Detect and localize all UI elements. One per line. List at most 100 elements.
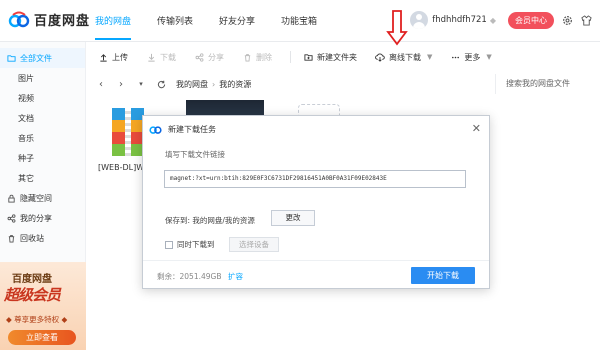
download-button[interactable]: 下载	[146, 52, 176, 63]
back-arrow-icon[interactable]: ‹	[96, 78, 106, 90]
sidebar-item-label: 隐藏空间	[20, 193, 52, 203]
user-area: fhdhhdfh721 ◆ 会员中心	[410, 11, 592, 29]
dialog-title: 新建下载任务	[168, 124, 216, 134]
file-name[interactable]: [WEB-DL]W	[98, 163, 144, 172]
svip-promo-banner[interactable]: 百度网盘 超级会员 ◆ 尊享更多特权 ◆ 立即查看	[0, 262, 86, 350]
cloud-download-icon	[375, 52, 385, 62]
trash-icon	[6, 233, 16, 243]
tab-transfer-list[interactable]: 传输列表	[157, 14, 193, 27]
dropdown-chevron-icon[interactable]: ▾	[136, 78, 146, 90]
sidebar-item-documents[interactable]: 文档	[0, 108, 85, 128]
delete-label: 删除	[256, 52, 272, 62]
breadcrumb-my-netdisk[interactable]: 我的网盘	[176, 79, 208, 90]
offline-download-button[interactable]: 离线下载 ▼	[375, 52, 432, 63]
chevron-down-icon[interactable]: ▼	[486, 53, 491, 61]
more-button[interactable]: 更多 ▼	[450, 52, 492, 63]
sidebar-item-label: 种子	[18, 153, 34, 163]
gear-icon[interactable]	[562, 15, 573, 26]
lock-icon	[6, 193, 16, 203]
sidebar-item-recycle-bin[interactable]: 回收站	[0, 228, 85, 248]
download-to-device-label: 同时下载到	[177, 240, 215, 249]
download-to-device-checkbox[interactable]	[165, 240, 173, 249]
sidebar-item-label: 我的分享	[20, 213, 52, 223]
change-folder-button[interactable]: 更改	[271, 210, 315, 226]
sidebar-item-my-shares[interactable]: 我的分享	[0, 208, 85, 228]
vip-diamond-icon[interactable]: ◆	[490, 16, 496, 25]
start-download-button[interactable]: 开始下载	[411, 267, 475, 284]
username[interactable]: fhdhhdfh721	[432, 15, 487, 25]
refresh-icon[interactable]	[156, 78, 166, 90]
sidebar-item-videos[interactable]: 视频	[0, 88, 85, 108]
share-label: 分享	[208, 52, 224, 62]
download-icon	[146, 52, 156, 62]
zip-file-icon[interactable]	[112, 108, 144, 156]
breadcrumb-my-resources[interactable]: 我的资源	[219, 79, 251, 90]
sidebar-item-label: 图片	[18, 73, 34, 83]
save-to-label: 保存到: 我的网盘/我的资源	[165, 216, 255, 225]
share-icon	[194, 52, 204, 62]
sidebar-item-all-files[interactable]: 全部文件	[0, 48, 85, 68]
avatar[interactable]	[410, 11, 429, 29]
more-label: 更多	[464, 52, 481, 62]
sidebar-item-music[interactable]: 音乐	[0, 128, 85, 148]
skin-icon[interactable]	[581, 14, 592, 26]
cloud-logo-icon	[8, 11, 30, 27]
trash-icon	[242, 52, 252, 62]
sidebar: 全部文件 图片 视频 文档 音乐 种子 其它 隐藏空间 我的分享 回收站 百度网…	[0, 42, 86, 350]
tab-toolbox[interactable]: 功能宝箱	[281, 14, 317, 27]
file-toolbar: 上传 下载 分享 删除 新建文件夹 离线下载 ▼ 更多 ▼	[86, 42, 600, 72]
red-arrow-annotation	[386, 10, 408, 46]
app-logo-text: 百度网盘	[34, 14, 91, 29]
tab-my-netdisk[interactable]: 我的网盘	[95, 14, 132, 40]
sidebar-item-torrents[interactable]: 种子	[0, 148, 85, 168]
expand-storage-link[interactable]: 扩容	[228, 271, 243, 282]
sidebar-item-label: 视频	[18, 93, 34, 103]
promo-view-now-button[interactable]: 立即查看	[8, 330, 76, 345]
upload-button[interactable]: 上传	[98, 52, 128, 63]
select-device-button[interactable]: 选择设备	[229, 237, 279, 252]
more-dots-icon	[450, 52, 460, 62]
folder-icon	[6, 53, 16, 63]
app-logo[interactable]: 百度网盘	[8, 10, 90, 29]
download-label: 下载	[160, 52, 176, 62]
member-center-button[interactable]: 会员中心	[508, 11, 554, 29]
upload-icon	[98, 52, 108, 62]
promo-title: 百度网盘	[12, 274, 52, 285]
main-nav: 我的网盘 传输列表 好友分享 功能宝箱	[95, 14, 343, 40]
sidebar-item-label: 全部文件	[20, 53, 52, 63]
offline-download-label: 离线下载	[389, 52, 421, 62]
new-download-task-dialog: 新建下载任务 ✕ 填写下载文件链接 magnet:?xt=urn:btih:82…	[142, 115, 490, 289]
sidebar-item-other[interactable]: 其它	[0, 168, 85, 188]
delete-button[interactable]: 删除	[242, 52, 272, 63]
sidebar-item-label: 其它	[18, 173, 34, 183]
new-folder-button[interactable]: 新建文件夹	[303, 52, 357, 63]
toolbar-divider	[290, 51, 291, 63]
top-bar: 百度网盘 我的网盘 传输列表 好友分享 功能宝箱 fhdhhdfh721 ◆ 会…	[0, 0, 600, 42]
sidebar-item-hidden-space[interactable]: 隐藏空间	[0, 188, 85, 208]
new-folder-icon	[303, 52, 313, 62]
baidu-netdisk-window: 百度网盘 我的网盘 传输列表 好友分享 功能宝箱 fhdhhdfh721 ◆ 会…	[0, 0, 600, 350]
breadcrumb-separator: ›	[212, 79, 216, 89]
share-button[interactable]: 分享	[194, 52, 224, 63]
link-label: 填写下载文件链接	[165, 150, 225, 159]
dialog-header[interactable]: 新建下载任务 ✕	[143, 116, 489, 142]
promo-subtitle: ◆ 尊享更多特权 ◆	[6, 315, 68, 324]
search-input[interactable]: 搜索我的网盘文件	[495, 74, 600, 94]
dialog-footer: 剩余：2051.49GB 扩容 开始下载	[143, 260, 489, 288]
sidebar-item-images[interactable]: 图片	[0, 68, 85, 88]
chevron-down-icon[interactable]: ▼	[427, 53, 432, 61]
forward-arrow-icon[interactable]: ›	[116, 78, 126, 90]
tab-friend-share[interactable]: 好友分享	[219, 14, 255, 27]
remaining-space: 剩余：2051.49GB	[157, 272, 222, 281]
close-icon[interactable]: ✕	[472, 123, 481, 134]
new-folder-label: 新建文件夹	[317, 52, 357, 62]
upload-label: 上传	[112, 52, 128, 62]
sidebar-item-label: 文档	[18, 113, 34, 123]
cloud-logo-icon	[149, 125, 162, 134]
sidebar-item-label: 回收站	[20, 233, 44, 243]
download-link-input[interactable]: magnet:?xt=urn:btih:829E0F3C6731DF298164…	[164, 170, 466, 188]
share-icon	[6, 213, 16, 223]
sidebar-item-label: 音乐	[18, 133, 34, 143]
path-bar: ‹ › ▾ 我的网盘 › 我的资源 搜索我的网盘文件	[86, 72, 600, 96]
download-to-device-row: 同时下载到	[165, 239, 215, 250]
